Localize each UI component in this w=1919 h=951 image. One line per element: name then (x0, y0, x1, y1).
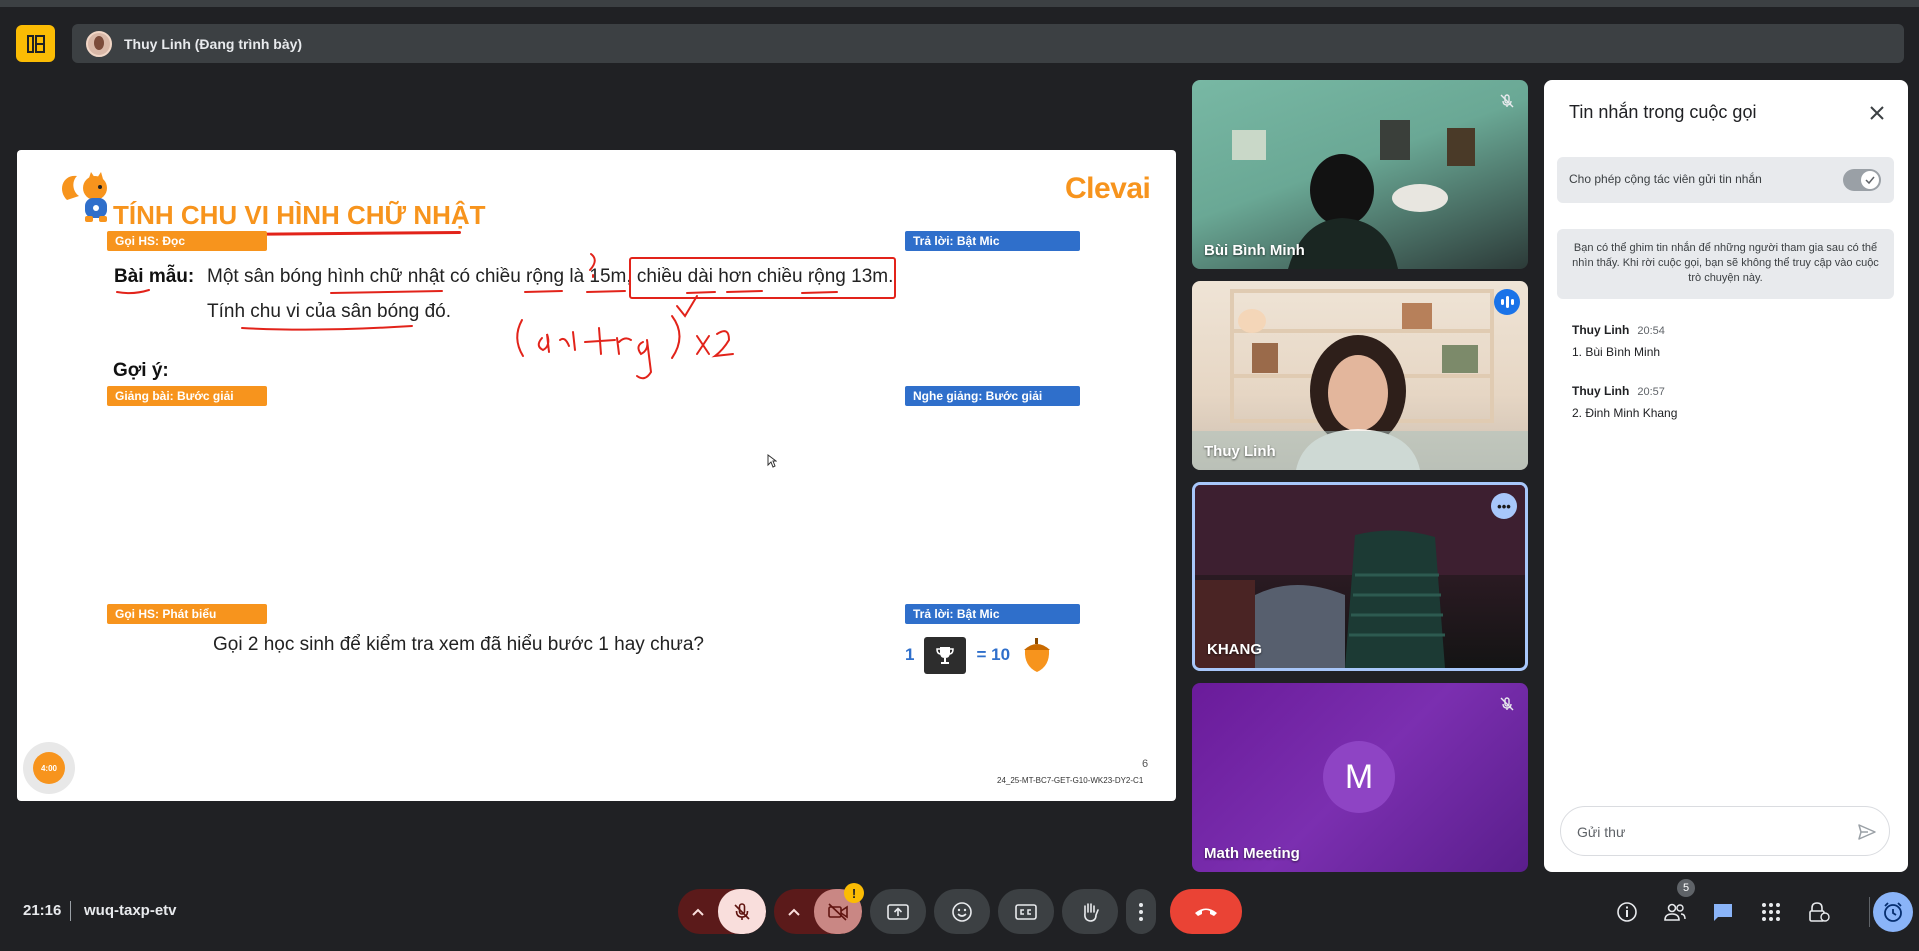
tag-call-read: Gọi HS: Đọc (107, 231, 267, 251)
chat-icon[interactable] (1708, 897, 1738, 927)
message-time: 20:57 (1637, 386, 1665, 398)
participant-tile[interactable]: Thuy Linh (1192, 281, 1528, 470)
presenter-name: Thuy Linh (Đang trình bày) (124, 35, 303, 52)
participant-tile[interactable]: ••• KHANG (1192, 482, 1528, 671)
meeting-clock: 21:16 (23, 902, 62, 919)
question-text: Gọi 2 học sinh để kiểm tra xem đã hiểu b… (213, 634, 704, 655)
allow-messages-row: Cho phép cộng tác viên gửi tin nhắn (1557, 157, 1894, 203)
squirrel-mascot-icon (62, 172, 107, 222)
toolbar-divider (70, 901, 71, 921)
participant-tile[interactable]: M Math Meeting (1192, 683, 1528, 872)
send-icon[interactable] (1855, 820, 1879, 844)
speaking-indicator-icon (1494, 289, 1520, 315)
muted-mic-icon (1496, 90, 1518, 112)
tag-teach-steps: Giảng bài: Bước giải (107, 386, 267, 406)
emoji-icon (952, 901, 972, 922)
meeting-info-icon[interactable] (1612, 897, 1642, 927)
host-controls-icon[interactable] (1804, 897, 1834, 927)
allow-messages-toggle[interactable] (1843, 169, 1881, 191)
toolbar-divider (1869, 897, 1870, 927)
app-logo-icon[interactable] (16, 25, 55, 62)
tag-answer-mic-2: Trả lời: Bật Mic (905, 604, 1080, 624)
present-screen-button[interactable] (870, 889, 926, 934)
leave-call-button[interactable] (1170, 889, 1242, 934)
more-vert-icon (1139, 902, 1143, 921)
slide-page-number: 6 (1142, 758, 1149, 770)
acorn-icon (1024, 638, 1051, 672)
tag-call-speak: Gọi HS: Phát biểu (107, 604, 267, 624)
raise-hand-button[interactable] (1062, 889, 1118, 934)
presenter-bar: Thuy Linh (Đang trình bày) (72, 24, 1904, 63)
chat-input[interactable] (1577, 820, 1837, 844)
chat-input-box (1560, 806, 1890, 856)
mic-off-button[interactable] (718, 889, 766, 934)
camera-warning-badge: ! (844, 883, 864, 903)
participant-name: Math Meeting (1204, 845, 1300, 862)
tag-answer-mic: Trả lời: Bật Mic (905, 231, 1080, 251)
chat-title: Tin nhắn trong cuộc gọi (1569, 102, 1757, 122)
mouse-cursor-icon (767, 454, 777, 468)
hint-label: Gợi ý: (113, 360, 169, 381)
slide-title: TÍNH CHU VI HÌNH CHỮ NHẬT (113, 200, 486, 230)
example-label: Bài mẫu: (114, 266, 195, 287)
chat-message: Thuy Linh 20:54 1. Bùi Bình Minh (1572, 323, 1665, 359)
slide-code: 24_25-MT-BC7-GET-G10-WK23-DY2-C1 (997, 776, 1144, 785)
allow-messages-label: Cho phép cộng tác viên gửi tin nhắn (1569, 172, 1762, 186)
more-options-icon[interactable]: ••• (1491, 493, 1517, 519)
reward-right-value: = 10 (976, 645, 1011, 664)
trophy-icon (924, 636, 967, 674)
brand-logo: Clevai (1065, 172, 1151, 205)
mic-off-icon (734, 902, 750, 920)
emoji-reaction-button[interactable] (934, 889, 990, 934)
chevron-up-icon[interactable] (774, 889, 814, 934)
hang-up-icon (1195, 908, 1217, 916)
participant-tile[interactable]: Bùi Bình Minh (1192, 80, 1528, 269)
window-top-strip (0, 0, 1919, 7)
chat-info-box: Bạn có thể ghim tin nhắn để những người … (1557, 229, 1894, 299)
chat-message: Thuy Linh 20:57 2. Đinh Minh Khang (1572, 384, 1677, 420)
participant-avatar: M (1323, 741, 1395, 813)
video-frame (1232, 120, 1475, 269)
example-text-line1: Một sân bóng hình chữ nhật có chiều rộng… (207, 266, 894, 287)
close-icon[interactable] (1862, 98, 1892, 128)
present-screen-icon (887, 903, 909, 920)
message-sender: Thuy Linh (1572, 384, 1630, 398)
reward-formula: 1 = 10 (905, 636, 1054, 674)
slide-timer: 4:00 (23, 742, 75, 794)
participant-name: KHANG (1207, 641, 1262, 658)
presentation-slide[interactable]: TÍNH CHU VI HÌNH CHỮ NHẬT Clevai Gọi HS:… (17, 150, 1176, 801)
more-options-button[interactable] (1126, 889, 1156, 934)
presenter-avatar (86, 30, 112, 57)
raise-hand-icon (1084, 902, 1099, 922)
meeting-code: wuq-taxp-etv (84, 902, 177, 919)
captions-icon (1015, 903, 1037, 920)
mic-control (678, 889, 766, 934)
chat-panel: Tin nhắn trong cuộc gọi Cho phép cộng tá… (1544, 80, 1908, 872)
people-icon[interactable] (1660, 897, 1690, 927)
participant-name: Bùi Bình Minh (1204, 242, 1305, 259)
message-text: 2. Đinh Minh Khang (1572, 406, 1678, 420)
example-text-line2: Tính chu vi của sân bóng đó. (207, 301, 451, 322)
captions-button[interactable] (998, 889, 1054, 934)
message-time: 20:54 (1637, 325, 1665, 337)
message-text: 1. Bùi Bình Minh (1572, 345, 1661, 359)
reward-left-value: 1 (905, 645, 915, 664)
muted-mic-icon (1496, 693, 1518, 715)
people-count-badge: 5 (1677, 879, 1695, 897)
tag-listen-steps: Nghe giảng: Bước giải (905, 386, 1080, 406)
message-sender: Thuy Linh (1572, 323, 1630, 337)
camera-off-icon (828, 902, 848, 921)
participant-name: Thuy Linh (1204, 443, 1276, 460)
alarm-clock-icon[interactable] (1873, 892, 1913, 932)
activities-icon[interactable] (1756, 897, 1786, 927)
chevron-up-icon[interactable] (678, 889, 718, 934)
check-icon (1861, 171, 1879, 189)
video-frame (1192, 289, 1528, 470)
timer-value: 4:00 (33, 752, 65, 784)
